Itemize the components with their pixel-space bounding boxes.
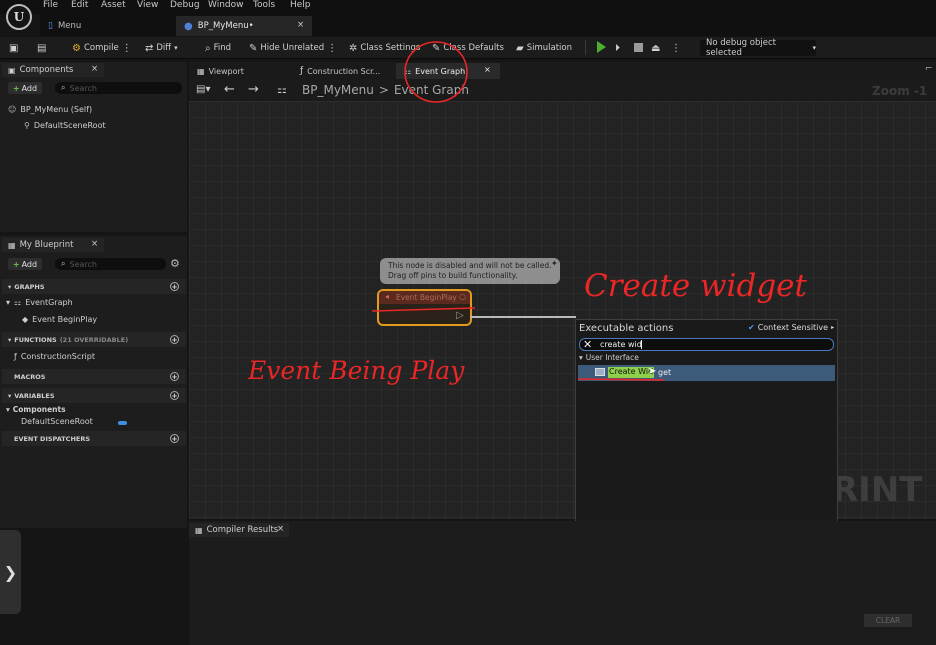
annotation-underline [371, 307, 476, 312]
annotation-underline [577, 378, 665, 381]
annotation-create-widget: Create widget [584, 268, 807, 304]
annotation-event-being-play: Event Being Play [248, 356, 465, 385]
annotation-overlay [371, 41, 665, 381]
annotation-circle [404, 41, 468, 103]
unreal-editor-window: U File Edit Asset View Debug Window Tool… [0, 0, 936, 645]
